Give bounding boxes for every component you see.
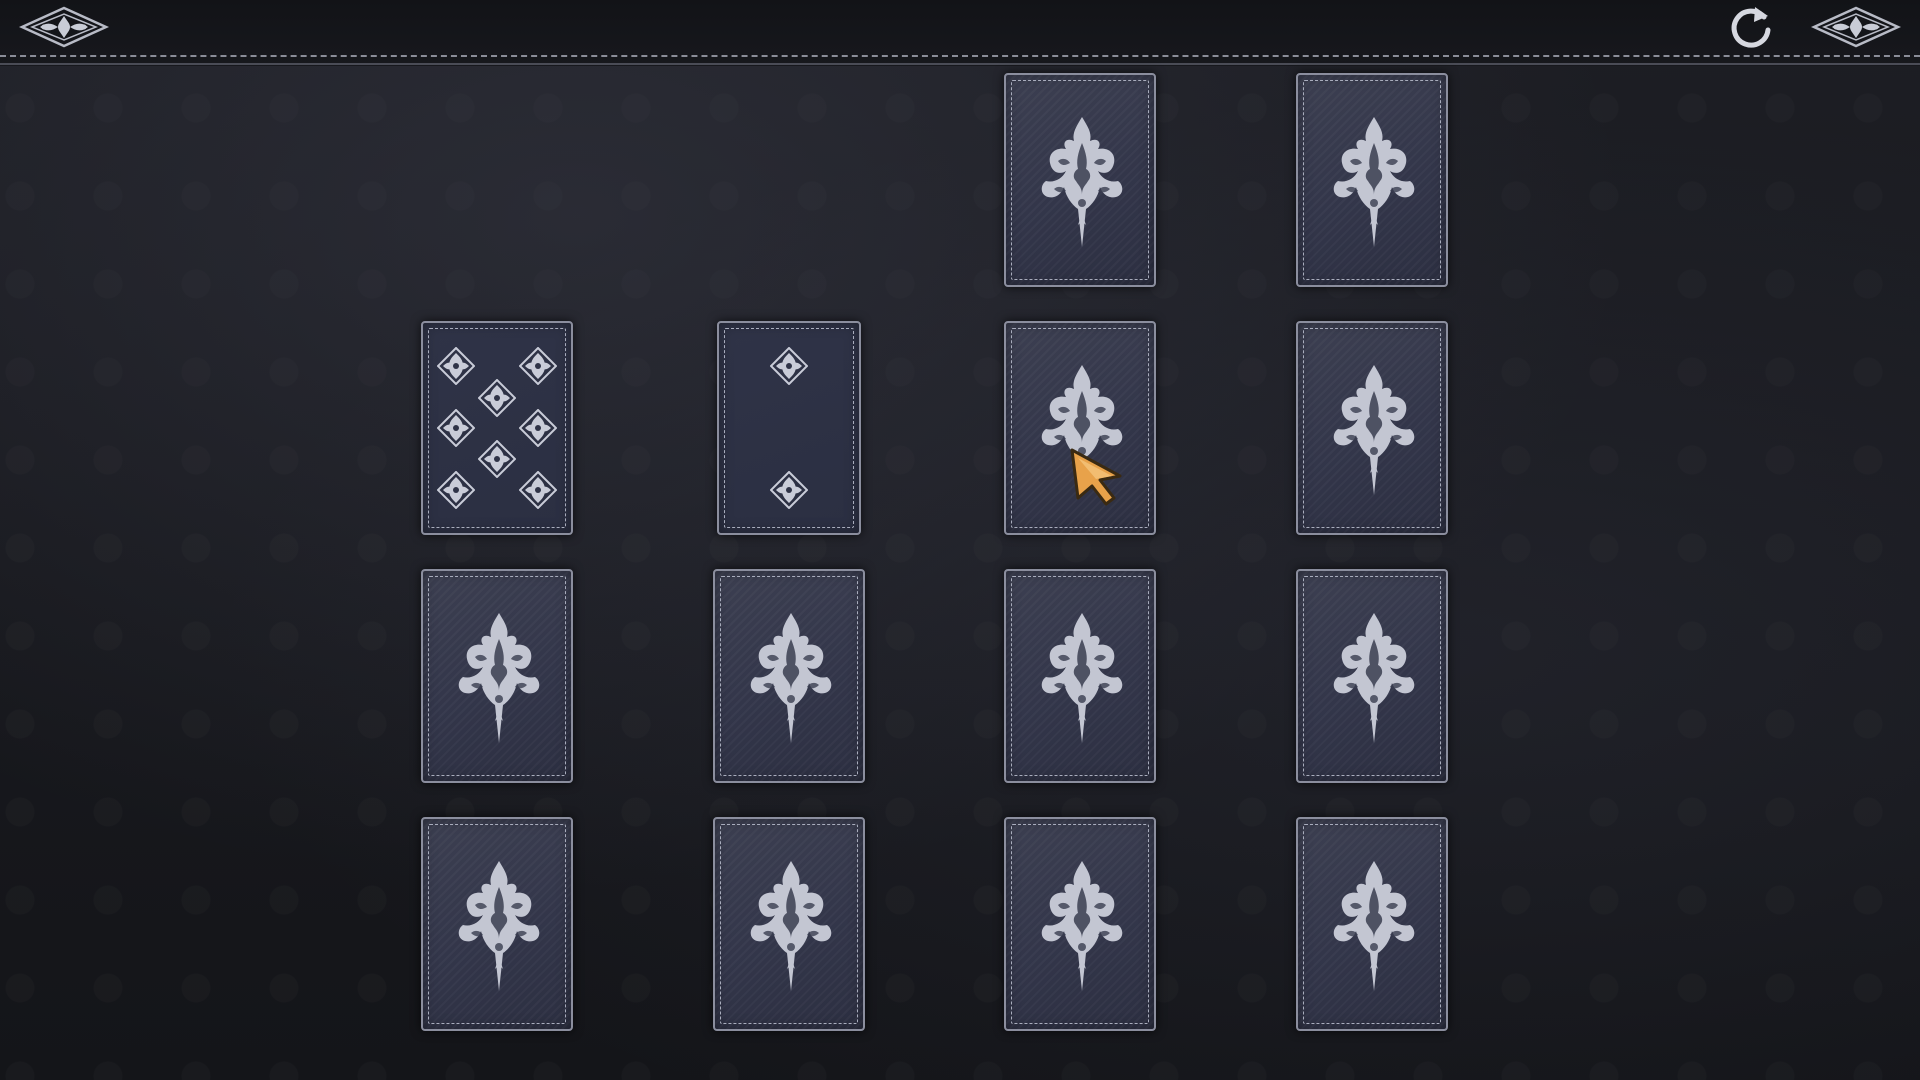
diamond-pip-icon <box>519 409 557 447</box>
damask-icon <box>1041 613 1123 743</box>
card-back[interactable] <box>713 817 865 1031</box>
diamond-pip-icon <box>478 379 516 417</box>
card-back[interactable] <box>1004 569 1156 783</box>
card-back[interactable] <box>1296 321 1448 535</box>
card-face-two[interactable] <box>717 321 861 535</box>
damask-icon <box>1041 365 1123 495</box>
damask-icon <box>1333 117 1415 247</box>
damask-icon <box>1041 861 1123 991</box>
card-back[interactable] <box>1296 73 1448 287</box>
card-back[interactable] <box>1296 817 1448 1031</box>
diamond-pip-icon <box>437 347 475 385</box>
diamond-pip-icon <box>770 347 808 385</box>
card-board <box>0 0 1920 1080</box>
damask-icon <box>750 613 832 743</box>
damask-icon <box>1333 613 1415 743</box>
damask-icon <box>1041 117 1123 247</box>
card-back-hovered[interactable] <box>1004 321 1156 535</box>
diamond-pip-icon <box>478 440 516 478</box>
diamond-pip-icon <box>770 471 808 509</box>
damask-icon <box>1333 861 1415 991</box>
diamond-pip-icon <box>437 409 475 447</box>
damask-icon <box>458 613 540 743</box>
card-back[interactable] <box>713 569 865 783</box>
diamond-pip-icon <box>519 347 557 385</box>
card-face-nine[interactable] <box>421 321 573 535</box>
card-back[interactable] <box>1296 569 1448 783</box>
diamond-pip-icon <box>519 471 557 509</box>
card-back[interactable] <box>421 569 573 783</box>
damask-icon <box>458 861 540 991</box>
card-back[interactable] <box>421 817 573 1031</box>
card-back[interactable] <box>1004 817 1156 1031</box>
diamond-pip-icon <box>437 471 475 509</box>
card-back[interactable] <box>1004 73 1156 287</box>
damask-icon <box>750 861 832 991</box>
damask-icon <box>1333 365 1415 495</box>
